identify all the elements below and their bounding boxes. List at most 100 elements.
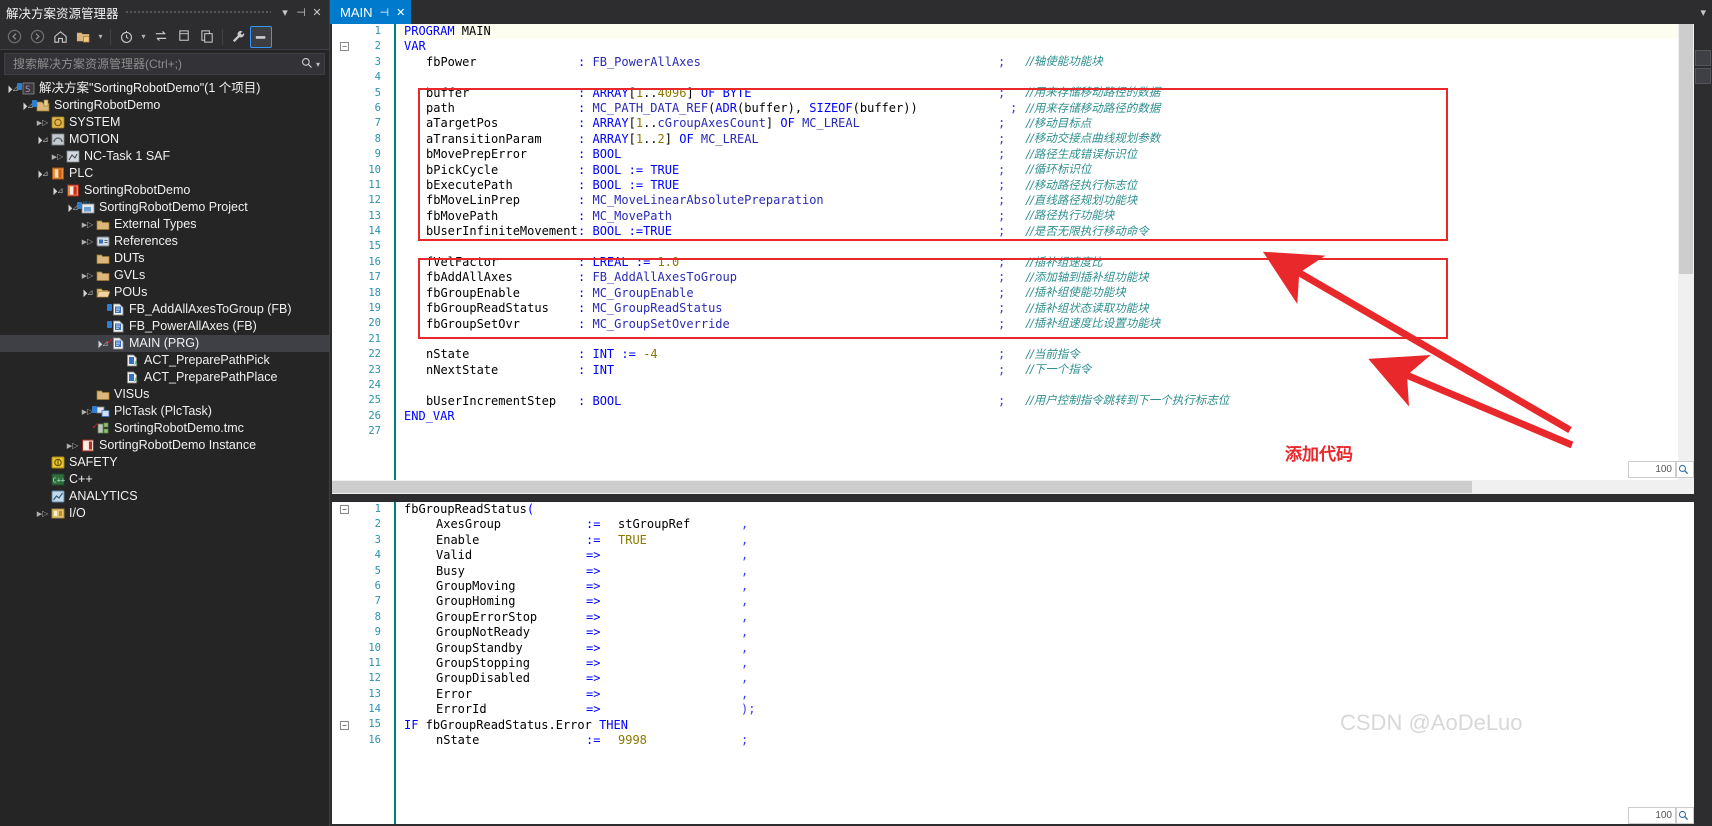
implementation-code-text[interactable]: fbGroupReadStatus(AxesGroup:= stGroupRef,…	[396, 502, 1694, 824]
tree-item-pous[interactable]: ⊿ POUs	[0, 284, 329, 301]
pending-changes-dropdown-icon[interactable]: ▾	[138, 26, 149, 48]
tree-item-c[interactable]: C++ C++	[0, 471, 329, 488]
properties-icon[interactable]	[196, 26, 218, 48]
variable-name[interactable]: fbGroupSetOvr	[426, 317, 520, 332]
collapse-all-icon[interactable]	[173, 26, 195, 48]
search-input[interactable]	[11, 56, 298, 72]
tree-item-sortingrobotdemo[interactable]: ⊿SortingRobotDemo	[0, 182, 329, 199]
variable-name[interactable]: fbAddAllAxes	[426, 270, 513, 285]
expander-closed-icon[interactable]: ▷	[36, 505, 49, 523]
variable-name[interactable]: nNextState	[426, 363, 498, 378]
search-icon[interactable]	[298, 57, 313, 72]
expander-closed-icon[interactable]: ▷	[81, 267, 94, 285]
variable-name[interactable]: buffer	[426, 86, 469, 101]
tree-item-plctask-plctask[interactable]: ▷PlcTask (PlcTask)	[0, 403, 329, 420]
parameter-name[interactable]: Error	[436, 687, 472, 702]
show-all-files-icon[interactable]	[250, 25, 272, 48]
expander-open-icon[interactable]: ⊿	[51, 182, 64, 200]
search-box[interactable]: ▾	[4, 53, 325, 75]
expander-closed-icon[interactable]: ▷	[66, 437, 79, 455]
solution-tree[interactable]: ⊿ S 解决方案"SortingRobotDemo"(1 个项目) ⊿ SortingR…	[0, 77, 329, 826]
tree-item-fb-powerallaxes-fb[interactable]: FB_PowerAllAxes (FB)	[0, 318, 329, 335]
tree-item-i-o[interactable]: ▷ I/O	[0, 505, 329, 522]
close-icon[interactable]: ✕	[396, 6, 405, 19]
chevron-down-icon[interactable]: ▾	[277, 3, 293, 21]
home-icon[interactable]	[49, 26, 71, 48]
variable-type[interactable]: : ARRAY[1..cGroupAxesCount] OF MC_LREAL	[578, 116, 860, 131]
variable-name[interactable]: bMovePrepError	[426, 147, 527, 162]
variable-type[interactable]: : ARRAY[1..4096] OF BYTE	[578, 86, 752, 101]
code-statement[interactable]: PROGRAM MAIN	[404, 24, 491, 39]
tab-main[interactable]: MAIN ⊣ ✕	[330, 0, 412, 24]
properties-rail-button[interactable]	[1695, 68, 1711, 84]
forward-icon[interactable]	[26, 26, 48, 48]
toolbox-rail-button[interactable]	[1695, 50, 1711, 66]
code-statement[interactable]: IF fbGroupReadStatus.Error THEN	[404, 718, 628, 733]
variable-name[interactable]: aTransitionParam	[426, 132, 542, 147]
tree-item-sortingrobotdemo-tmc[interactable]: ✓ SortingRobotDemo.tmc	[0, 420, 329, 437]
fold-toggle-icon[interactable]: −	[340, 42, 349, 52]
tabstrip-overflow[interactable]: ▾	[1700, 0, 1710, 24]
expander-closed-icon[interactable]: ▷	[81, 216, 94, 234]
variable-name[interactable]: fbGroupReadStatus	[426, 301, 549, 316]
pin-icon[interactable]: ⊣	[293, 3, 309, 21]
parameter-name[interactable]: Enable	[436, 533, 479, 548]
implementation-editor-pane[interactable]: − − 1 2 3 4 5 6 7 8 9 10 11 12 13 14 15 16 fbGroupReadSt…	[332, 502, 1694, 824]
tree-item-act-preparepathpick[interactable]: A ACT_PreparePathPick	[0, 352, 329, 369]
tree-item-plc[interactable]: ⊿ PLC	[0, 165, 329, 182]
zoom-control-bottom[interactable]: 100	[1628, 807, 1676, 824]
horizontal-scrollbar[interactable]	[332, 480, 1678, 494]
variable-type[interactable]: : INT := -4	[578, 347, 658, 362]
variable-name[interactable]: bUserIncrementStep	[426, 394, 556, 409]
code-keyword[interactable]: VAR	[404, 39, 426, 54]
code-statement[interactable]: fbGroupReadStatus(	[404, 502, 534, 517]
vertical-scrollbar[interactable]	[1678, 24, 1694, 494]
expander-open-icon[interactable]: ⊿	[36, 165, 49, 183]
variable-type[interactable]: : MC_PATH_DATA_REF(ADR(buffer), SIZEOF(b…	[578, 101, 918, 116]
declaration-code-text[interactable]: PROGRAM MAIN VAR fbPower: FB_PowerAllAxes;…	[396, 24, 1694, 494]
variable-name[interactable]: fbGroupEnable	[426, 286, 520, 301]
expander-closed-icon[interactable]: ▷	[51, 148, 64, 166]
variable-name[interactable]: bPickCycle	[426, 163, 498, 178]
breakpoint-margin-bottom[interactable]: − −	[332, 502, 360, 824]
parameter-value[interactable]: 9998	[618, 733, 647, 748]
variable-name[interactable]: fbMoveLinPrep	[426, 193, 520, 208]
back-icon[interactable]	[3, 26, 25, 48]
parameter-name[interactable]: GroupErrorStop	[436, 610, 537, 625]
fold-toggle-icon[interactable]: −	[340, 720, 349, 730]
parameter-name[interactable]: Busy	[436, 564, 465, 579]
variable-name[interactable]: nState	[426, 347, 469, 362]
variable-type[interactable]: : MC_GroupReadStatus	[578, 301, 723, 316]
variable-name[interactable]: aTargetPos	[426, 116, 498, 131]
variable-type[interactable]: : LREAL := 1.0	[578, 255, 679, 270]
parameter-name[interactable]: GroupMoving	[436, 579, 515, 594]
zoom-control[interactable]: 100	[1628, 461, 1676, 478]
pin-icon[interactable]: ⊣	[380, 6, 390, 19]
tree-item-references[interactable]: ▷ References	[0, 233, 329, 250]
variable-type[interactable]: : BOOL	[578, 394, 621, 409]
declaration-editor-pane[interactable]: − 1 2 3 4 5 6 7 8 9 10 11 12 13 14 15 16 17 18 19 20 21 22 23 2…	[332, 24, 1694, 494]
sync-icon[interactable]	[150, 26, 172, 48]
tree-item-sortingrobotdemo[interactable]: ⊿SortingRobotDemo	[0, 97, 329, 114]
parameter-name[interactable]: GroupNotReady	[436, 625, 530, 640]
variable-type[interactable]: : BOOL := TRUE	[578, 178, 679, 193]
tree-item-gvls[interactable]: ▷ GVLs	[0, 267, 329, 284]
wrench-icon[interactable]	[227, 26, 249, 48]
variable-type[interactable]: : MC_MovePath	[578, 209, 672, 224]
tree-item-fb-addallaxestogroup-fb[interactable]: FB_AddAllAxesToGroup (FB)	[0, 301, 329, 318]
parameter-name[interactable]: Valid	[436, 548, 472, 563]
expander-open-icon[interactable]: ⊿	[81, 284, 94, 302]
variable-type[interactable]: : FB_PowerAllAxes	[578, 55, 701, 70]
tree-item-external-types[interactable]: ▷ External Types	[0, 216, 329, 233]
parameter-name[interactable]: GroupStandby	[436, 641, 523, 656]
close-icon[interactable]: ✕	[309, 3, 325, 21]
zoom-magnifier-button-bottom[interactable]	[1676, 807, 1694, 824]
zoom-magnifier-button[interactable]	[1676, 461, 1694, 478]
variable-type[interactable]: : MC_GroupEnable	[578, 286, 694, 301]
parameter-name[interactable]: nState	[436, 733, 479, 748]
tree-item-duts[interactable]: DUTs	[0, 250, 329, 267]
code-keyword[interactable]: END_VAR	[404, 409, 455, 424]
variable-type[interactable]: : MC_MoveLinearAbsolutePreparation	[578, 193, 824, 208]
horizontal-scrollbar-thumb[interactable]	[332, 481, 1472, 493]
parameter-name[interactable]: AxesGroup	[436, 517, 501, 532]
